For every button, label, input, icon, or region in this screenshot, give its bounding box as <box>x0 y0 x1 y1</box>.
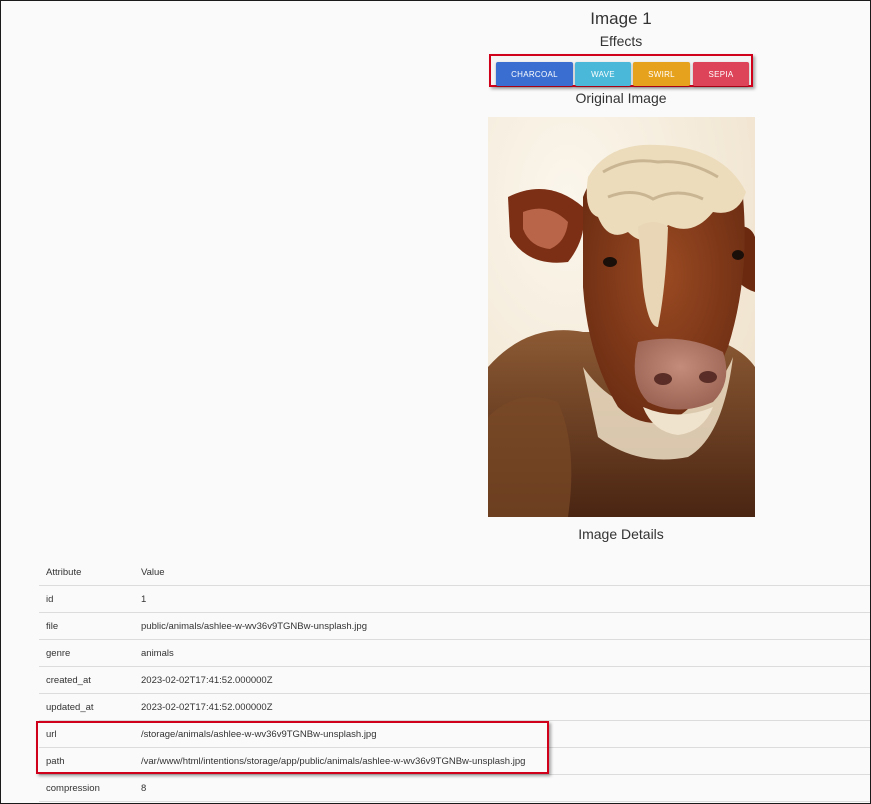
original-image-heading: Original Image <box>575 90 667 106</box>
value-cell: 2023-02-02T17:41:52.000000Z <box>134 693 870 721</box>
charcoal-button[interactable]: CHARCOAL <box>496 62 573 86</box>
value-cell: /var/www/html/intentions/storage/app/pub… <box>134 747 870 775</box>
value-cell: 8 <box>134 774 870 802</box>
attribute-cell: compression <box>39 774 134 802</box>
image-details-table: Attribute Value id 1 file public/animals… <box>39 559 870 802</box>
attribute-cell: created_at <box>39 666 134 694</box>
page-title: Image 1 <box>590 9 652 28</box>
table-row: updated_at 2023-02-02T17:41:52.000000Z <box>39 693 870 721</box>
effects-heading: Effects <box>599 33 643 49</box>
wave-button[interactable]: WAVE <box>575 62 631 86</box>
table-row: file public/animals/ashlee-w-wv36v9TGNBw… <box>39 612 870 640</box>
value-cell: animals <box>134 639 870 667</box>
attribute-cell: url <box>39 720 134 748</box>
value-cell: /storage/animals/ashlee-w-wv36v9TGNBw-un… <box>134 720 870 748</box>
attribute-cell: genre <box>39 639 134 667</box>
table-row: genre animals <box>39 639 870 667</box>
attribute-cell: path <box>39 747 134 775</box>
table-header-row: Attribute Value <box>39 559 870 586</box>
table-row: created_at 2023-02-02T17:41:52.000000Z <box>39 666 870 694</box>
value-cell: public/animals/ashlee-w-wv36v9TGNBw-unsp… <box>134 612 870 640</box>
attribute-cell: updated_at <box>39 693 134 721</box>
table-row: id 1 <box>39 585 870 613</box>
value-column-header: Value <box>134 559 870 586</box>
sepia-button[interactable]: SEPIA <box>693 62 749 86</box>
cow-photo <box>488 117 755 517</box>
value-cell: 1 <box>134 585 870 613</box>
swirl-button[interactable]: SWIRL <box>633 62 690 86</box>
attribute-cell: file <box>39 612 134 640</box>
table-row: compression 8 <box>39 774 870 802</box>
value-cell: 2023-02-02T17:41:52.000000Z <box>134 666 870 694</box>
effects-button-group: CHARCOAL WAVE SWIRL SEPIA <box>489 54 753 87</box>
image-details-heading: Image Details <box>578 526 664 542</box>
table-row: url /storage/animals/ashlee-w-wv36v9TGNB… <box>39 720 870 748</box>
page-frame: Image 1 Effects CHARCOAL WAVE SWIRL SEPI… <box>0 0 871 804</box>
table-row: path /var/www/html/intentions/storage/ap… <box>39 747 870 775</box>
attribute-column-header: Attribute <box>39 559 134 586</box>
original-image <box>488 117 755 517</box>
attribute-cell: id <box>39 585 134 613</box>
